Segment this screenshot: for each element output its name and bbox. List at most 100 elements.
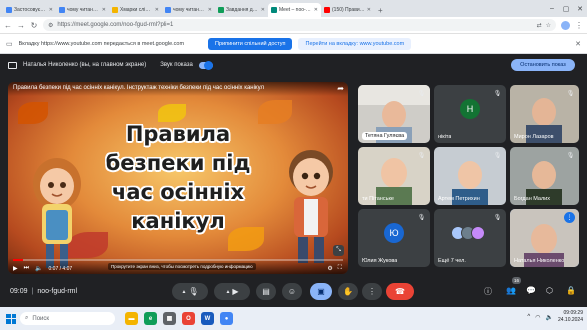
chat-icon[interactable]: 💬 (526, 286, 536, 295)
lock-icon[interactable]: 🔒 (566, 286, 576, 295)
more-options-button[interactable]: ⋮ (362, 283, 382, 300)
maximize-icon[interactable]: ▢ (559, 0, 573, 17)
participant-tile[interactable]: Н 🎙 нікіта (434, 85, 506, 143)
mic-off-icon: 🎙 (188, 287, 199, 296)
close-tab-icon[interactable]: ✕ (261, 7, 265, 13)
volume-icon[interactable]: 🔈 (35, 265, 42, 272)
translate-icon[interactable]: ⇄ (537, 22, 542, 29)
windows-start-icon[interactable] (6, 313, 16, 324)
tab-title: чому читання книг про (67, 7, 100, 13)
activities-icon[interactable]: ⬡ (546, 286, 553, 295)
site-info-icon[interactable]: ⚙ (48, 22, 53, 29)
next-icon[interactable]: ⏭ (24, 265, 29, 272)
participant-count-badge: 16 (512, 277, 521, 284)
favicon-icon (165, 7, 171, 13)
share-icon[interactable]: ➦ (337, 84, 344, 93)
close-tab-icon[interactable]: ✕ (367, 7, 371, 13)
unpin-icon[interactable]: ⤡ (333, 245, 344, 256)
tab-title: Завдання для курсу "3 (226, 7, 259, 13)
close-icon[interactable]: ✕ (575, 40, 581, 48)
participant-tile[interactable]: 🎙 Артем Петрихин (434, 147, 506, 205)
participant-avatar: Ю (384, 223, 404, 244)
edge-app-icon[interactable]: e (144, 312, 157, 325)
present-button[interactable]: ▣ (310, 283, 332, 300)
minimize-icon[interactable]: – (545, 0, 559, 17)
meeting-code: noo-fgud-rml (37, 288, 78, 295)
video-title[interactable]: Правила безпеки під час осінніх канікул.… (8, 82, 348, 96)
settings-icon[interactable]: ⚙ (327, 265, 332, 272)
fullscreen-icon[interactable]: ⛶ (338, 265, 342, 272)
menu-kebab-icon[interactable]: ⋮ (575, 21, 583, 30)
browser-tab[interactable]: чому читання книг про✕ (162, 3, 215, 17)
favicon-icon (324, 7, 330, 13)
system-tray: ^ ◠ 🔈 09:09:29 24.10.2024 (527, 310, 583, 324)
browser-tab[interactable]: Застосовуємо та визначаємо✕ (3, 3, 56, 17)
close-tab-icon[interactable]: ✕ (314, 7, 318, 13)
info-icon[interactable]: ⓘ (484, 286, 492, 297)
browser-tab[interactable]: Завдання для курсу "3✕ (215, 3, 268, 17)
close-tab-icon[interactable]: ✕ (102, 7, 106, 13)
store-app-icon[interactable]: ▦ (163, 312, 176, 325)
mic-off-icon: 🎙 (566, 153, 575, 159)
stop-sharing-button[interactable]: Припинити спільний доступ (208, 37, 293, 50)
more-count: Ещё 7 чел. (438, 258, 466, 264)
reload-icon[interactable]: ↻ (30, 21, 38, 30)
participant-tile[interactable]: 🎙 Тетяна Гуляєва (358, 85, 430, 143)
switch-tab-button[interactable]: Перейти на вкладку: www.youtube.com (298, 37, 412, 50)
participant-tile[interactable]: 🎙 ти Пітанське (358, 147, 430, 205)
close-icon[interactable]: ✕ (573, 0, 587, 17)
leave-call-button[interactable]: ☎ (386, 283, 414, 300)
self-view-tile[interactable]: ⋮ Наталья Николенко (510, 209, 579, 267)
participant-name: Артем Петрихин (438, 196, 480, 202)
participant-name: Юлия Жукова (362, 258, 398, 264)
participant-tile[interactable]: Ю 🎙 Юлия Жукова (358, 209, 430, 267)
tab-title: (150) Правила безпеки (332, 7, 365, 13)
browser-tab[interactable]: (150) Правила безпеки✕ (321, 3, 374, 17)
back-icon[interactable]: ← (4, 21, 12, 30)
presenter-bar: Наталья Николенко (вы, на главном экране… (8, 58, 348, 72)
close-tab-icon[interactable]: ✕ (208, 7, 212, 13)
close-tab-icon[interactable]: ✕ (49, 7, 53, 13)
bookmark-star-icon[interactable]: ☆ (546, 22, 551, 29)
forward-icon[interactable]: → (17, 21, 25, 30)
raise-hand-button[interactable]: ✋ (338, 283, 358, 300)
chrome-app-icon[interactable]: ● (220, 312, 233, 325)
people-icon[interactable]: 👥 (506, 286, 516, 295)
play-icon[interactable]: ▶ (13, 265, 18, 272)
browser-tab[interactable]: Meet – noo-fgud-rml✕ (268, 3, 321, 17)
new-tab-button[interactable]: + (374, 6, 387, 17)
taskbar-search[interactable]: ⌕ Поиск (20, 312, 115, 325)
participant-tile[interactable]: 🎙 Богдан Малих (510, 147, 579, 205)
word-app-icon[interactable]: W (201, 312, 214, 325)
taskbar: ⌕ Поиск ▬ e ▦ O W ● ^ ◠ 🔈 09:09:29 24.10.2024 (0, 307, 587, 330)
girl-illustration (33, 158, 81, 268)
volume-icon[interactable]: 🔈 (545, 314, 552, 321)
folder-app-icon[interactable]: ▬ (125, 312, 138, 325)
participant-tile[interactable]: 🎙 Мирон Лазаров (510, 85, 579, 143)
more-participants-tile[interactable]: 🎙 Ещё 7 чел. (434, 209, 506, 267)
captions-button[interactable]: ▤ (256, 283, 276, 300)
presentation-icon (8, 61, 17, 69)
emoji-icon: ☺ (287, 287, 297, 296)
browser-tab[interactable]: Хмарки слів "Книга у✕ (109, 3, 162, 17)
slide-title: Правила безпеки під час осінніх канікул (88, 120, 268, 236)
mic-options-button[interactable]: ▲ 🎙 (172, 283, 208, 300)
video-progress[interactable] (13, 259, 343, 261)
wifi-icon[interactable]: ◠ (535, 314, 540, 321)
profile-avatar[interactable] (561, 20, 570, 30)
stop-presenting-button[interactable]: Остановить показ (511, 59, 575, 71)
clock[interactable]: 09:09:29 24.10.2024 (558, 310, 583, 324)
mic-off-icon: 🎙 (566, 91, 575, 97)
chevron-up-icon[interactable]: ^ (527, 314, 530, 320)
sound-toggle[interactable] (198, 60, 213, 70)
shared-screen[interactable]: Правила безпеки під час осінніх канікул … (8, 82, 348, 274)
emoji-button[interactable]: ☺ (282, 283, 302, 300)
close-tab-icon[interactable]: ✕ (155, 7, 159, 13)
search-placeholder: Поиск (32, 315, 50, 322)
opera-app-icon[interactable]: O (182, 312, 195, 325)
url-field[interactable]: ⚙ https://meet.google.com/noo-fgud-rml?p… (43, 19, 556, 31)
player-right-controls: ⚙ ⛶ (327, 265, 342, 272)
browser-tab[interactable]: чому читання книг про✕ (56, 3, 109, 17)
camera-options-button[interactable]: ▲ ▶ (214, 283, 250, 300)
participant-name: Тетяна Гуляєва (362, 132, 408, 140)
